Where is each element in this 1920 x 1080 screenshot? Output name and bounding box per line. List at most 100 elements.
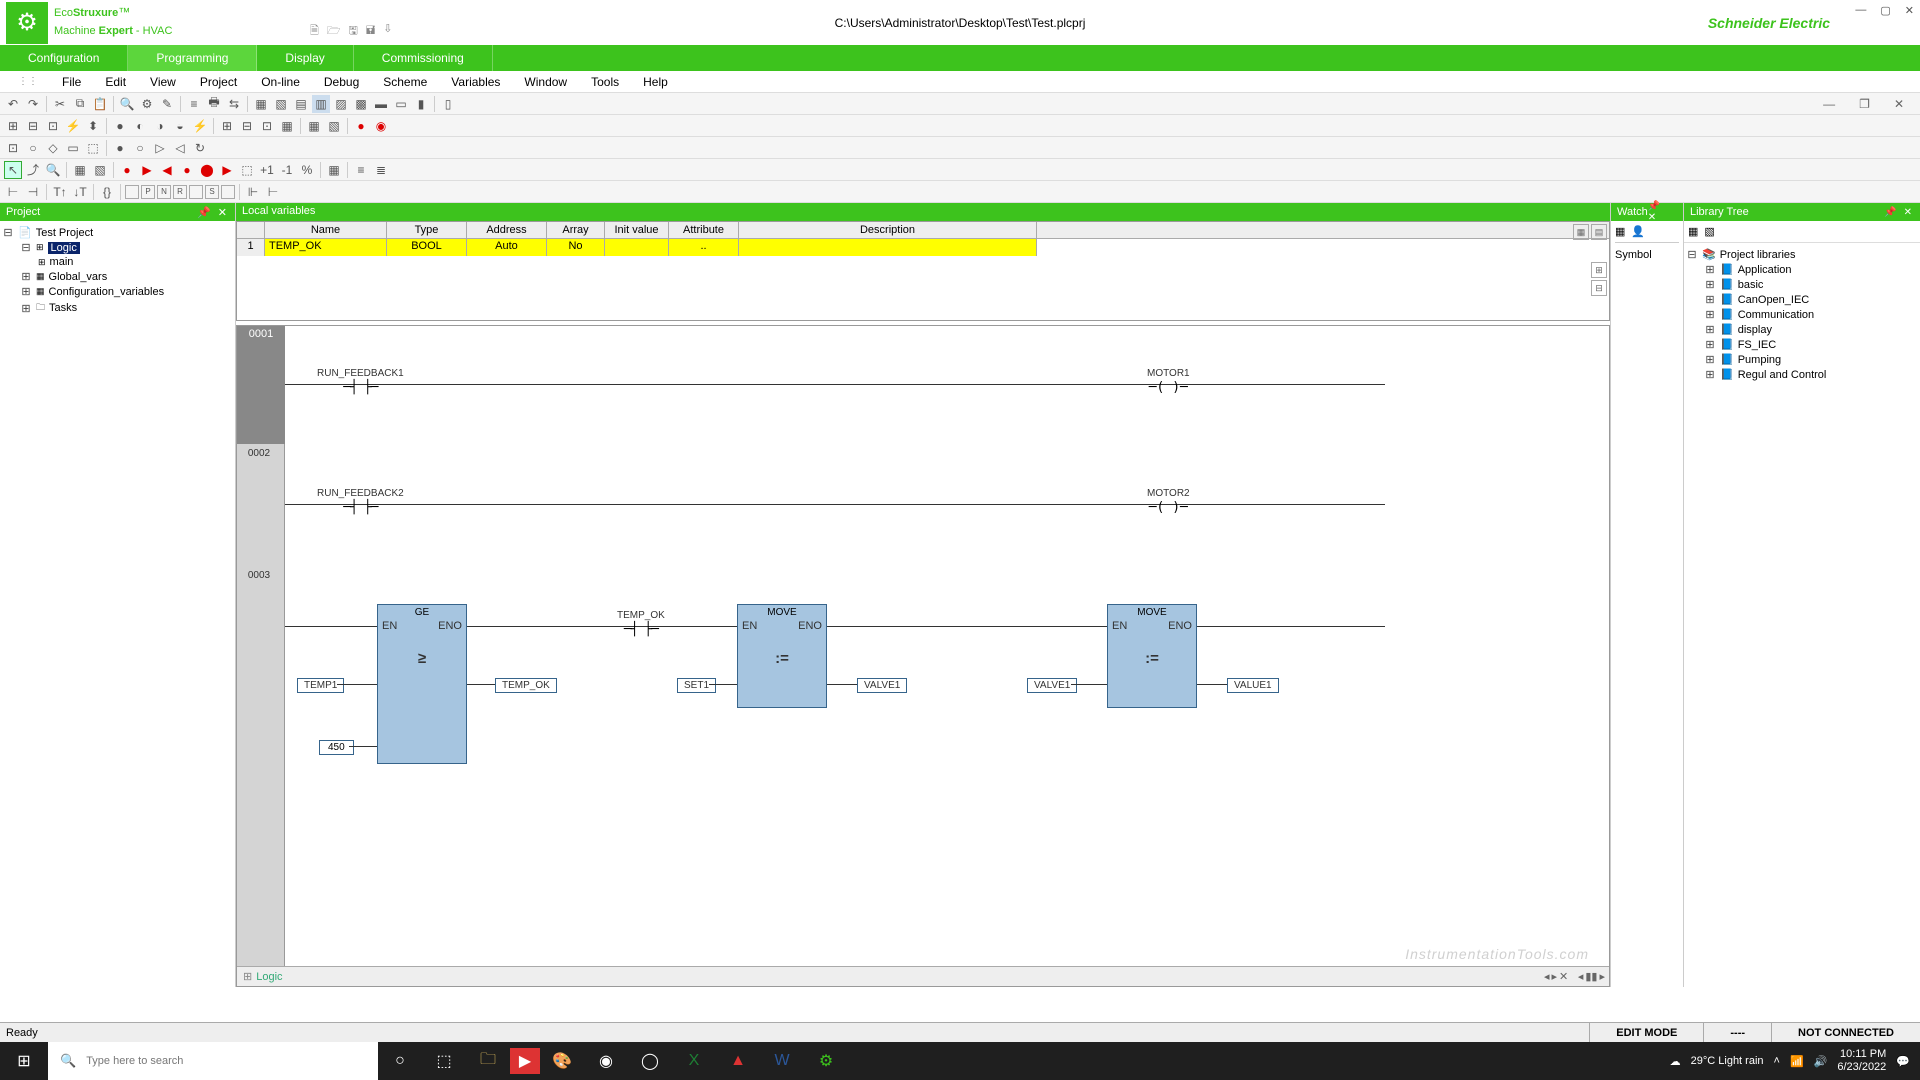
ladder-editor[interactable]: 0001 RUN_FEEDBACK1─┤ ├─ MOTOR1─( )─ 0002… xyxy=(236,325,1610,987)
lib-fsiec[interactable]: ⊞📘FS_IEC xyxy=(1686,337,1918,352)
lib-canopen[interactable]: ⊞📘CanOpen_IEC xyxy=(1686,292,1918,307)
tag-value1[interactable]: VALUE1 xyxy=(1227,678,1279,693)
menu-edit[interactable]: Edit xyxy=(95,73,136,91)
taskbar-search[interactable]: 🔍 Type here to search xyxy=(48,1042,378,1080)
col-description[interactable]: Description xyxy=(739,222,1037,238)
watch-col-symbol[interactable]: Symbol xyxy=(1615,243,1679,261)
menu-variables[interactable]: Variables xyxy=(441,73,510,91)
var-row-1[interactable]: 1 TEMP_OK BOOL Auto No .. xyxy=(237,239,1609,256)
taskbar-word-icon[interactable]: W xyxy=(760,1042,804,1080)
tree-global-vars[interactable]: ⊞▦Global_vars xyxy=(2,269,233,284)
rung-0002[interactable]: 0002 xyxy=(237,448,281,459)
watch-user-icon[interactable]: 👤 xyxy=(1631,225,1645,238)
tray-network-icon[interactable]: 📶 xyxy=(1790,1055,1804,1068)
close-icon[interactable]: ✕ xyxy=(1905,4,1914,17)
tree-tasks[interactable]: ⊞🗀Tasks xyxy=(2,299,233,317)
lib-application[interactable]: ⊞📘Application xyxy=(1686,262,1918,277)
tag-valve1-out[interactable]: VALVE1 xyxy=(857,678,907,693)
contact-temp-ok[interactable]: TEMP_OK─┤ ├─ xyxy=(617,610,665,637)
tray-weather-icon[interactable]: ☁ xyxy=(1670,1055,1681,1068)
tab-display[interactable]: Display xyxy=(257,45,353,71)
lib-basic[interactable]: ⊞📘basic xyxy=(1686,277,1918,292)
col-address[interactable]: Address xyxy=(467,222,547,238)
menu-tools[interactable]: Tools xyxy=(581,73,629,91)
save-icon[interactable]: 🖫 xyxy=(349,22,358,41)
tray-notifications-icon[interactable]: 💬 xyxy=(1896,1055,1910,1068)
redo-icon[interactable]: ↷ xyxy=(24,95,42,113)
paste-icon[interactable]: 📋 xyxy=(91,95,109,113)
minimize-icon[interactable]: — xyxy=(1855,4,1866,17)
tag-temp-ok-out[interactable]: TEMP_OK xyxy=(495,678,557,693)
maximize-icon[interactable]: ▢ xyxy=(1880,4,1890,17)
tree-main[interactable]: ⊞main xyxy=(2,255,233,269)
lib-view1-icon[interactable]: ▦ xyxy=(1688,225,1698,238)
tray-volume-icon[interactable]: 🔊 xyxy=(1814,1055,1828,1068)
vars-side-icons[interactable]: ⊞⊟ xyxy=(1591,262,1607,296)
new-doc-icon[interactable]: 🗎 xyxy=(310,22,319,41)
tag-valve1-in[interactable]: VALVE1 xyxy=(1027,678,1077,693)
mdi-minimize-icon[interactable]: — xyxy=(1813,95,1845,113)
taskbar-browser-icon[interactable]: ◯ xyxy=(628,1042,672,1080)
col-type[interactable]: Type xyxy=(387,222,467,238)
fb-move-1[interactable]: MOVE ENENO := xyxy=(737,604,827,708)
lib-regul[interactable]: ⊞📘Regul and Control xyxy=(1686,367,1918,382)
tab-commissioning[interactable]: Commissioning xyxy=(354,45,493,71)
taskbar-pdf-icon[interactable]: ▲ xyxy=(716,1042,760,1080)
menu-help[interactable]: Help xyxy=(633,73,678,91)
local-vars-table[interactable]: Name Type Address Array Init value Attri… xyxy=(236,221,1610,321)
taskbar-app1-icon[interactable]: ▶ xyxy=(510,1048,540,1074)
coil-motor1[interactable]: MOTOR1─( )─ xyxy=(1147,368,1190,395)
menu-view[interactable]: View xyxy=(140,73,186,91)
undo-icon[interactable]: ↶ xyxy=(4,95,22,113)
watch-grid-icon[interactable]: ▦ xyxy=(1615,225,1625,238)
download-icon[interactable]: ⇩ xyxy=(383,22,392,41)
col-init[interactable]: Init value xyxy=(605,222,669,238)
tray-weather[interactable]: 29°C Light rain xyxy=(1691,1055,1764,1067)
task-view-icon[interactable]: ○ xyxy=(378,1042,422,1080)
coil-motor2[interactable]: MOTOR2─( )─ xyxy=(1147,488,1190,515)
contact-run-feedback1[interactable]: RUN_FEEDBACK1─┤ ├─ xyxy=(317,368,404,395)
taskbar-hvac-icon[interactable]: ⚙ xyxy=(804,1042,848,1080)
open-folder-icon[interactable]: 🗁 xyxy=(327,22,341,41)
library-tree[interactable]: ⊟📚Project libraries ⊞📘Application ⊞📘basi… xyxy=(1684,243,1920,386)
col-array[interactable]: Array xyxy=(547,222,605,238)
tray-chevron-icon[interactable]: ˄ xyxy=(1774,1055,1780,1067)
lib-display[interactable]: ⊞📘display xyxy=(1686,322,1918,337)
find-icon[interactable]: 🔍 xyxy=(118,95,136,113)
mdi-close-icon[interactable]: ✕ xyxy=(1884,95,1914,113)
lib-communication[interactable]: ⊞📘Communication xyxy=(1686,307,1918,322)
rung-0001[interactable]: 0001 xyxy=(237,326,285,444)
print-icon[interactable]: 🖶 xyxy=(205,95,223,113)
menu-scheme[interactable]: Scheme xyxy=(373,73,437,91)
contact-run-feedback2[interactable]: RUN_FEEDBACK2─┤ ├─ xyxy=(317,488,404,515)
menu-window[interactable]: Window xyxy=(514,73,577,91)
taskbar-explorer-icon[interactable]: 🗀 xyxy=(466,1042,510,1080)
menu-file[interactable]: File xyxy=(52,73,91,91)
tree-logic[interactable]: ⊟⊞Logic xyxy=(2,240,233,255)
copy-icon[interactable]: ⧉ xyxy=(71,95,89,113)
lib-view2-icon[interactable]: ▧ xyxy=(1704,225,1714,238)
menu-online[interactable]: On-line xyxy=(251,73,310,91)
tray-clock[interactable]: 10:11 PM6/23/2022 xyxy=(1837,1048,1886,1074)
tab-configuration[interactable]: Configuration xyxy=(0,45,128,71)
const-450[interactable]: 450 xyxy=(319,740,354,755)
cut-icon[interactable]: ✂ xyxy=(51,95,69,113)
fb-move-2[interactable]: MOVE ENENO := xyxy=(1107,604,1197,708)
vars-view-icons[interactable]: ▦▤ xyxy=(1573,224,1607,240)
tree-config-vars[interactable]: ⊞▦Configuration_variables xyxy=(2,284,233,299)
start-button[interactable]: ⊞ xyxy=(0,1042,48,1080)
tag-set1[interactable]: SET1 xyxy=(677,678,716,693)
col-name[interactable]: Name xyxy=(265,222,387,238)
taskbar-cortana-icon[interactable]: ⬚ xyxy=(422,1042,466,1080)
panel-close-icon[interactable]: ✕ xyxy=(218,207,229,219)
tag-temp1[interactable]: TEMP1 xyxy=(297,678,344,693)
lib-pumping[interactable]: ⊞📘Pumping xyxy=(1686,352,1918,367)
save-all-icon[interactable]: 🖬 xyxy=(366,22,375,41)
doc-tab-logic[interactable]: Logic xyxy=(256,971,282,983)
fb-ge[interactable]: GE ENENO ≥ xyxy=(377,604,467,764)
project-tree[interactable]: ⊟📄Test Project ⊟⊞Logic ⊞main ⊞▦Global_va… xyxy=(0,221,235,987)
menu-project[interactable]: Project xyxy=(190,73,247,91)
tree-root[interactable]: ⊟📄Test Project xyxy=(2,225,233,240)
mdi-restore-icon[interactable]: ❐ xyxy=(1849,95,1880,113)
rung-0003[interactable]: 0003 xyxy=(237,570,281,581)
